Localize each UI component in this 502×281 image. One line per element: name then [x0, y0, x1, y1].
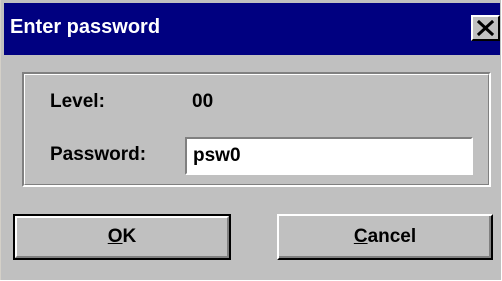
level-value: 00	[192, 91, 214, 112]
dialog-title: Enter password	[10, 16, 161, 38]
password-dialog: Enter password Level: 00 Password: OK Ca…	[0, 0, 501, 280]
ok-button-label: OK	[107, 226, 137, 247]
ok-button[interactable]: OK	[13, 214, 231, 260]
level-label: Level:	[50, 91, 105, 112]
title-bar[interactable]: Enter password	[4, 3, 500, 55]
password-field[interactable]	[185, 137, 473, 175]
cancel-button[interactable]: Cancel	[277, 214, 493, 260]
close-icon	[477, 20, 494, 36]
close-button[interactable]	[471, 15, 500, 41]
password-label: Password:	[50, 144, 147, 165]
cancel-button-label: Cancel	[353, 226, 417, 247]
